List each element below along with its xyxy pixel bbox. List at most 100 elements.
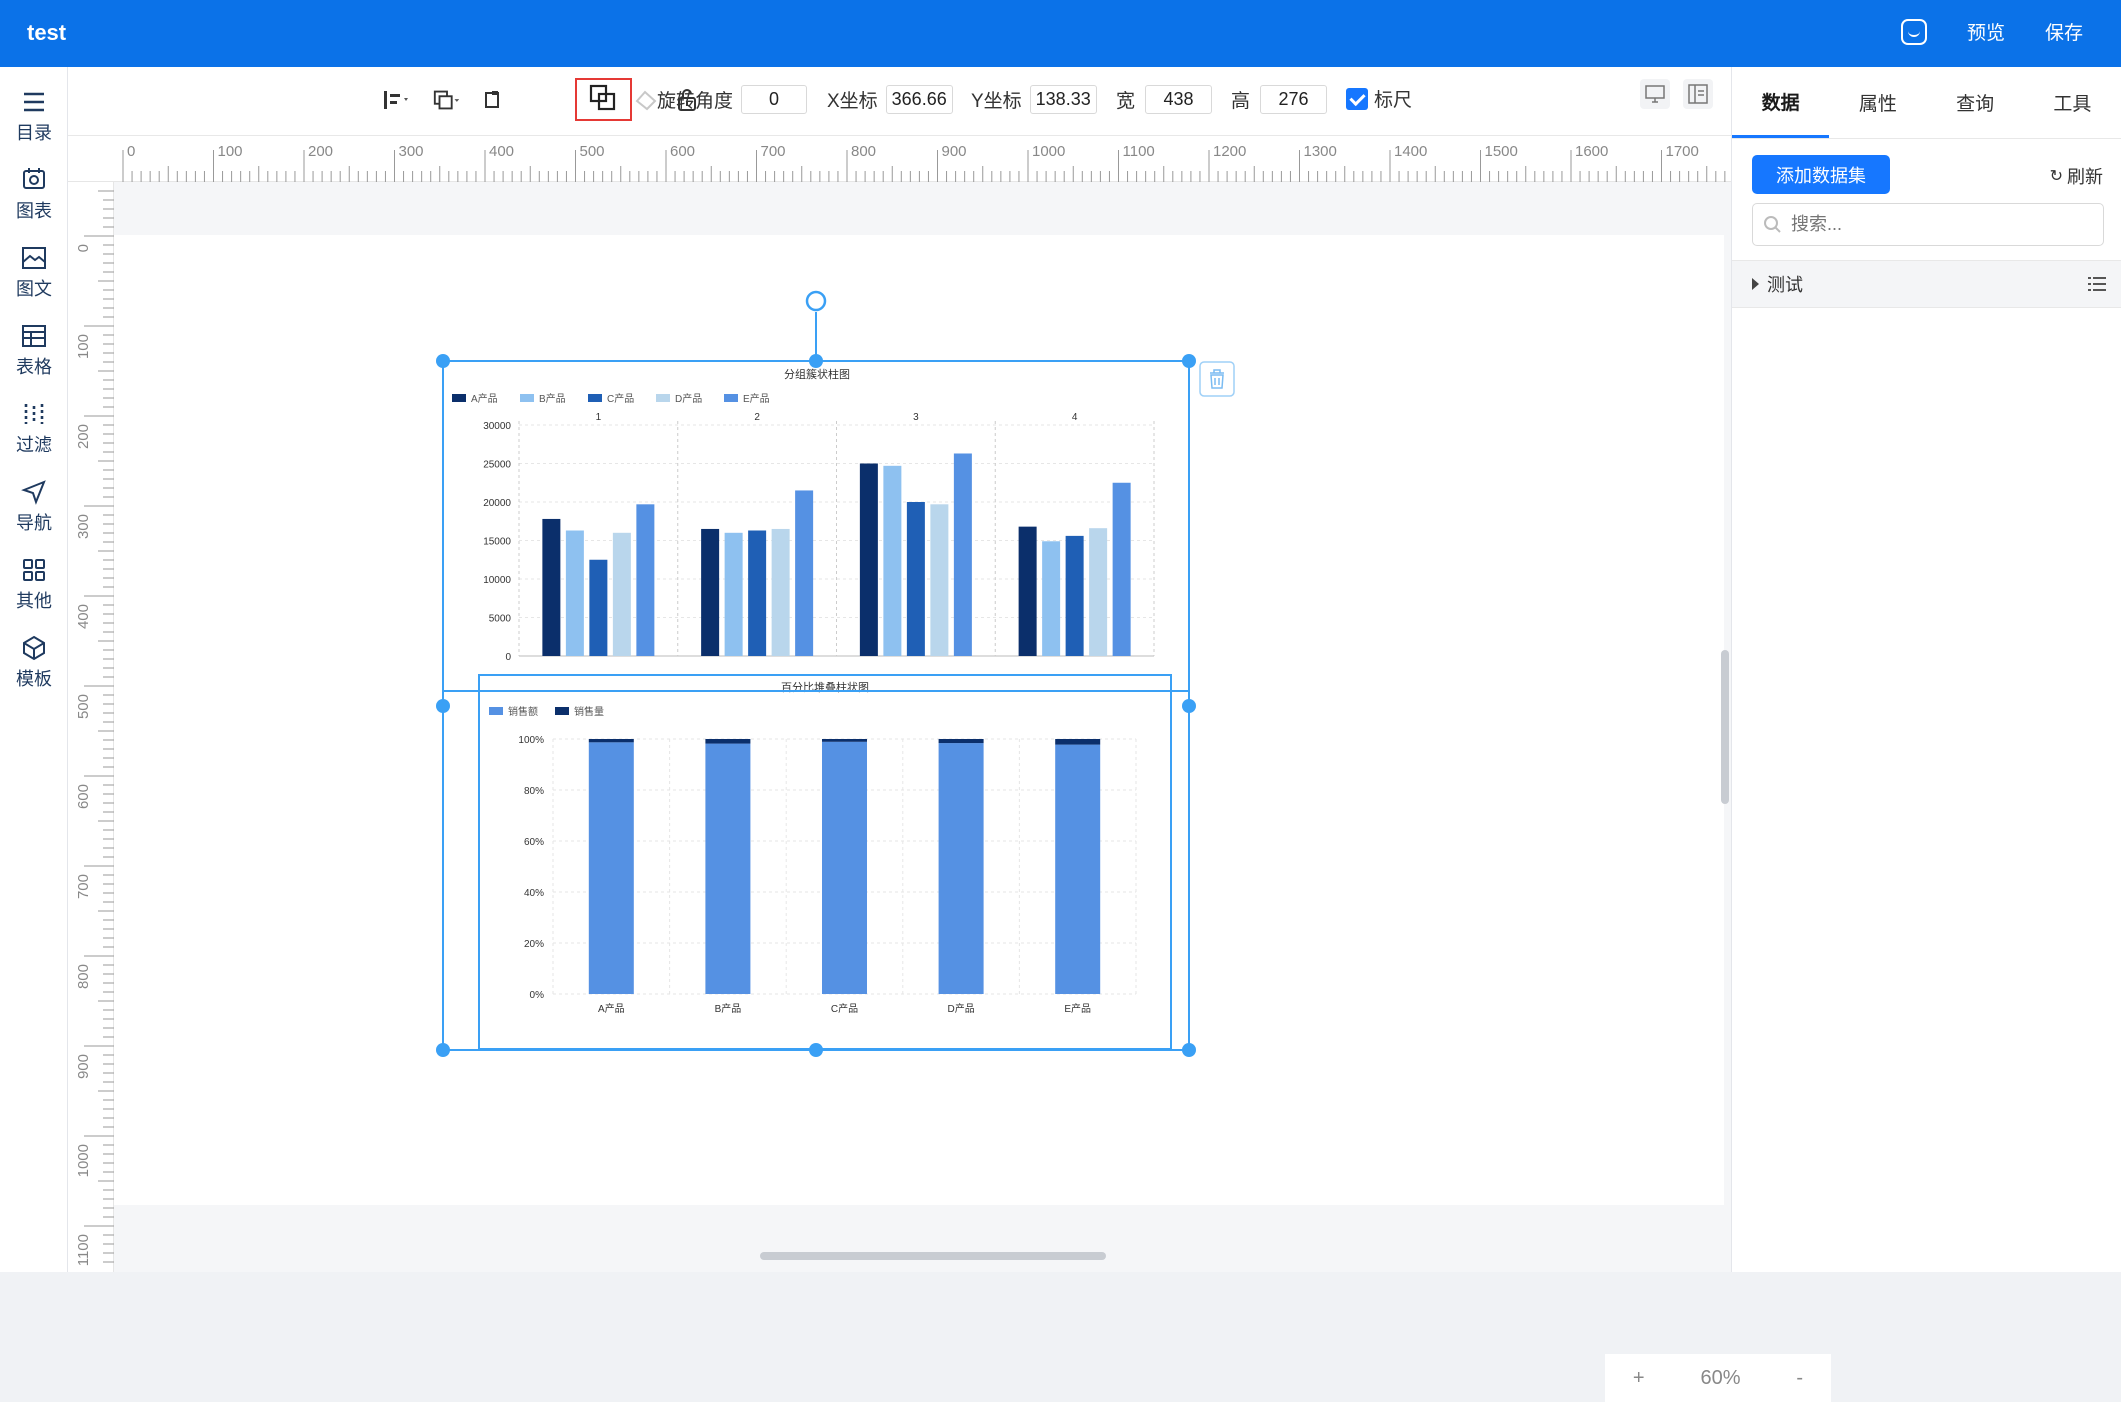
resize-handle[interactable] [1182,1043,1196,1057]
ruler-label: 标尺 [1374,90,1413,111]
y-input[interactable] [1029,85,1097,114]
nav-item-label: 表格 [16,356,52,377]
chart2-ytick: 80% [524,786,544,797]
top-bar: test 预览 保存 [0,0,2121,67]
bring-front-icon[interactable] [480,85,510,115]
nav-item-1[interactable]: 图表 [0,155,68,233]
list-menu-icon[interactable] [2088,276,2106,292]
chart1-bar [1018,526,1037,656]
ruler-checkbox[interactable] [1346,87,1368,110]
ruler-label: 1000 [1032,143,1065,160]
chart2-bar-segment [938,739,984,744]
chart2-xtick: B产品 [715,1002,742,1015]
refresh-icon: ↻ [2049,168,2063,185]
chart1-legend-swatch [724,394,738,402]
tab-0[interactable]: 数据 [1732,67,1830,138]
zoom-out-button[interactable]: - [1796,1367,1803,1390]
ruler-label: 1600 [1575,143,1608,160]
align-dropdown-icon[interactable] [382,85,412,115]
horizontal-ruler: 0 100 200 300 400 500 600 700 800 900 1000 1100 1200… [68,136,1731,182]
search-icon [1764,215,1781,233]
resize-handle[interactable] [809,354,823,368]
resize-handle[interactable] [436,699,450,713]
search-input[interactable] [1791,214,2091,235]
chart2-xtick: E产品 [1064,1002,1091,1015]
resize-handle[interactable] [1182,354,1196,368]
ruler-label: 1500 [1485,143,1518,160]
delete-button[interactable] [1199,361,1235,397]
resize-handle[interactable] [436,354,450,368]
right-panel: 数据属性查询工具 添加数据集 ↻ 刷新 测试 [1731,67,2121,1272]
resize-handle[interactable] [809,1043,823,1057]
rotate-handle[interactable] [805,290,827,312]
chart1-legend-swatch [588,394,602,402]
refresh-button[interactable]: ↻ 刷新 [2050,163,2103,189]
chart-canvas[interactable]: 分组簇状柱图 A产品 B产品 C产品 D产品 E产品 0 5000 10000 15000 2000… [114,182,1731,1272]
chart1-bar [565,530,584,656]
x-label: X坐标 [827,91,878,112]
height-label: 高 [1231,91,1251,112]
ruler-toggle[interactable]: 标尺 [1346,85,1412,112]
tab-3[interactable]: 工具 [2024,67,2121,138]
resize-handle[interactable] [1182,699,1196,713]
ruler-label: 300 [75,514,92,539]
horizontal-scrollbar[interactable] [760,1252,1106,1260]
nav-item-3[interactable]: 表格 [0,311,68,389]
template-icon [23,635,45,660]
add-dataset-button[interactable]: 添加数据集 [1752,155,1890,194]
tab-1[interactable]: 属性 [1829,67,1926,138]
chart1-bar [906,502,925,656]
chart1-legend-swatch [656,394,670,402]
tab-2[interactable]: 查询 [1927,67,2024,138]
search-field[interactable] [1752,203,2104,246]
expand-icon[interactable] [1752,278,1759,290]
nav-item-label: 目录 [16,122,52,143]
ruler-label: 0 [127,143,135,160]
chart2-ytick: 20% [524,939,544,950]
chart1-bar [542,518,561,656]
nav-item-5[interactable]: 导航 [0,467,68,545]
assistant-icon[interactable] [1900,18,1927,45]
resize-handle[interactable] [436,1043,450,1057]
nav-item-2[interactable]: 图文 [0,233,68,311]
chart2-bar-segment [938,743,984,994]
group-icon[interactable] [588,83,618,113]
preview-button[interactable]: 预览 [1967,18,2005,45]
left-nav: 目录图表 图文表格过滤 导航 其他 模板 [0,67,68,1272]
chart1-bar [1042,541,1061,656]
dataset-tree-item[interactable]: 测试 [1732,260,2121,308]
chart1-bar [953,453,972,656]
chart1-bar [612,532,631,656]
layer-dropdown-icon[interactable] [432,85,462,115]
ruler-label: 700 [761,143,786,160]
nav-item-7[interactable]: 模板 [0,623,68,701]
width-label: 宽 [1116,91,1136,112]
chart2-ytick: 0% [530,990,545,1001]
ruler-label: 1300 [1304,143,1337,160]
ruler-label: 600 [75,784,92,809]
screen-icon[interactable] [1640,79,1670,109]
nav-item-4[interactable]: 过滤 [0,389,68,467]
chart1-ytick: 30000 [483,421,511,432]
ruler-label: 400 [489,143,514,160]
chart1-bar [636,504,655,656]
panel-icon[interactable] [1683,79,1713,109]
canvas-area[interactable]: 分组簇状柱图 A产品 B产品 C产品 D产品 E产品 0 5000 10000 15000 2000… [114,182,1831,1402]
vertical-scrollbar[interactable] [1721,650,1729,804]
nav-item-0[interactable]: 目录 [0,77,68,155]
navigate-icon [21,479,46,505]
save-button[interactable]: 保存 [2045,18,2083,45]
chart2-bar-segment [705,743,751,994]
x-input[interactable] [885,85,953,114]
width-input[interactable] [1145,85,1213,114]
app-title: test [27,20,67,45]
chart1-bar [589,559,608,656]
chart2-ytick: 40% [524,888,544,899]
chart1-bar [748,530,767,656]
rotate-input[interactable] [741,85,808,114]
chart1-bar [1112,482,1131,656]
height-input[interactable] [1260,85,1328,114]
zoom-in-button[interactable]: + [1633,1367,1645,1390]
nav-item-6[interactable]: 其他 [0,545,68,623]
ruler-label: 900 [75,1054,92,1079]
